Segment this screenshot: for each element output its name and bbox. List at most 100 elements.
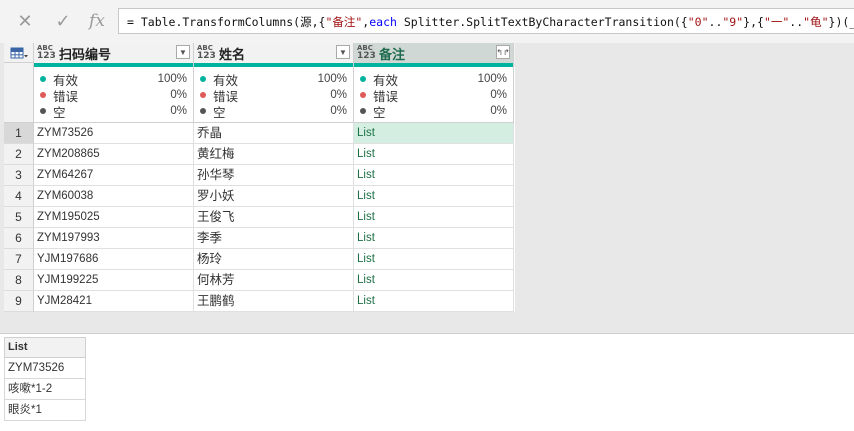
data-rows: 1 ZYM73526 乔晶 List 2 ZYM208865 黄红梅 List 3 ZYM6426… [4,123,515,312]
close-icon[interactable]: ✕ [8,6,42,36]
row-number[interactable]: 4 [4,186,34,207]
cell-note-list-link[interactable]: List [354,123,514,144]
any-type-icon[interactable]: ABC 123 [197,45,216,61]
any-type-icon[interactable]: ABC 123 [357,45,376,61]
stat-empty: 空 0% [360,103,507,120]
cell-scan-id[interactable]: ZYM197993 [34,228,194,249]
row-number[interactable]: 5 [4,207,34,228]
stat-label: 空 [213,105,226,120]
table-row: 3 ZYM64267 孙华琴 List [4,165,515,186]
fx-icon[interactable]: fx [80,6,114,36]
formula-keyword: each [369,15,397,29]
preview-list-item: ZYM73526 [4,358,86,379]
cell-name[interactable]: 李季 [194,228,354,249]
cell-note-list-link[interactable]: List [354,186,514,207]
empty-dot-icon [40,108,46,114]
row-number[interactable]: 7 [4,249,34,270]
preview-list-item: 眼炎*1 [4,400,86,421]
empty-dot-icon [360,108,366,114]
cell-name[interactable]: 罗小妖 [194,186,354,207]
formula-text: Splitter.SplitTextByCharacterTransition(… [396,15,688,29]
type-badge-bottom: 123 [357,51,376,61]
cell-scan-id[interactable]: YJM28421 [34,291,194,312]
stat-value: 0% [490,105,507,117]
table-row: 7 YJM197686 杨玲 List [4,249,515,270]
cell-scan-id[interactable]: ZYM60038 [34,186,194,207]
check-icon[interactable]: ✓ [46,6,80,36]
formula-bar: ✕ ✓ fx = Table.TransformColumns(源,{"备注",… [0,0,854,44]
formula-string: "0" [687,15,709,29]
cell-name[interactable]: 孙华琴 [194,165,354,186]
stat-empty: 空 0% [40,103,187,120]
cell-note-list-link[interactable]: List [354,165,514,186]
list-preview-pane: List ZYM73526 咳嗽*1-2 眼炎*1 [4,337,86,421]
cell-scan-id[interactable]: YJM197686 [34,249,194,270]
cell-scan-id[interactable]: YJM199225 [34,270,194,291]
type-badge-bottom: 123 [37,51,56,61]
error-dot-icon [360,92,366,98]
column-header-label: 姓名 [219,46,246,62]
formula-string: "9" [722,15,744,29]
stat-value: 0% [170,89,187,101]
error-dot-icon [200,92,206,98]
preview-items: ZYM73526 咳嗽*1-2 眼炎*1 [4,358,86,421]
cell-scan-id[interactable]: ZYM64267 [34,165,194,186]
cell-note-list-link[interactable]: List [354,144,514,165]
row-number[interactable]: 3 [4,165,34,186]
cell-name[interactable]: 王鹏鹤 [194,291,354,312]
row-number[interactable]: 9 [4,291,34,312]
cell-note-list-link[interactable]: List [354,249,514,270]
quality-stats-scan-id: 有效 100% 错误 0% 空 0% [34,67,194,123]
column-quality-row: 有效 100% 错误 0% 空 0% 有效 100% 错误 0% 空 0% 有效 100% 错误 0% 空 0% [4,67,515,123]
column-header-scan-id[interactable]: ABC 123 扫码编号 ▼ [34,43,194,63]
formula-text: })(_)}) [828,15,854,29]
cell-note-list-link[interactable]: List [354,207,514,228]
quality-stats-note: 有效 100% 错误 0% 空 0% [354,67,514,123]
row-number[interactable]: 2 [4,144,34,165]
formula-string: "一" [763,15,790,29]
row-number[interactable]: 1 [4,123,34,144]
column-header-name[interactable]: ABC 123 姓名 ▼ [194,43,354,63]
cell-name[interactable]: 王俊飞 [194,207,354,228]
cell-note-list-link[interactable]: List [354,270,514,291]
valid-dot-icon [40,76,46,82]
stats-corner [4,67,34,123]
filter-dropdown-icon[interactable]: ▼ [176,45,190,59]
cell-name[interactable]: 乔晶 [194,123,354,144]
cell-note-list-link[interactable]: List [354,228,514,249]
any-type-icon[interactable]: ABC 123 [37,45,56,61]
cell-scan-id[interactable]: ZYM73526 [34,123,194,144]
column-header-label: 备注 [379,46,406,62]
type-badge-bottom: 123 [197,51,216,61]
preview-header: List [4,337,86,358]
table-row: 4 ZYM60038 罗小妖 List [4,186,515,207]
table-menu-button[interactable] [4,43,34,63]
cell-note-list-link[interactable]: List [354,291,514,312]
column-header-note[interactable]: ABC 123 备注 ↰↱ [354,43,514,63]
cell-name[interactable]: 黄红梅 [194,144,354,165]
formula-text: .. [789,15,804,29]
filter-dropdown-icon[interactable]: ▼ [336,45,350,59]
data-grid: ABC 123 扫码编号 ▼ ABC 123 姓名 ▼ ABC 123 备注 ↰↱ 有… [4,43,515,312]
formula-text: },{ [743,15,764,29]
row-number[interactable]: 6 [4,228,34,249]
table-row: 8 YJM199225 何林芳 List [4,270,515,291]
formula-text: .. [708,15,723,29]
stat-empty: 空 0% [200,103,347,120]
formula-input[interactable]: = Table.TransformColumns(源,{"备注",each Sp… [118,8,854,34]
cell-scan-id[interactable]: ZYM195025 [34,207,194,228]
cell-name[interactable]: 杨玲 [194,249,354,270]
stat-value: 0% [330,89,347,101]
expand-column-icon[interactable]: ↰↱ [496,45,510,59]
cell-name[interactable]: 何林芳 [194,270,354,291]
grid-area: ABC 123 扫码编号 ▼ ABC 123 姓名 ▼ ABC 123 备注 ↰↱ 有… [0,43,854,334]
empty-dot-icon [200,108,206,114]
stat-value: 0% [170,105,187,117]
stat-value: 100% [157,73,187,85]
stat-value: 0% [490,89,507,101]
cell-scan-id[interactable]: ZYM208865 [34,144,194,165]
table-row: 9 YJM28421 王鹏鹤 List [4,291,515,312]
stat-label: 空 [373,105,386,120]
row-number[interactable]: 8 [4,270,34,291]
stat-label: 空 [53,105,66,120]
